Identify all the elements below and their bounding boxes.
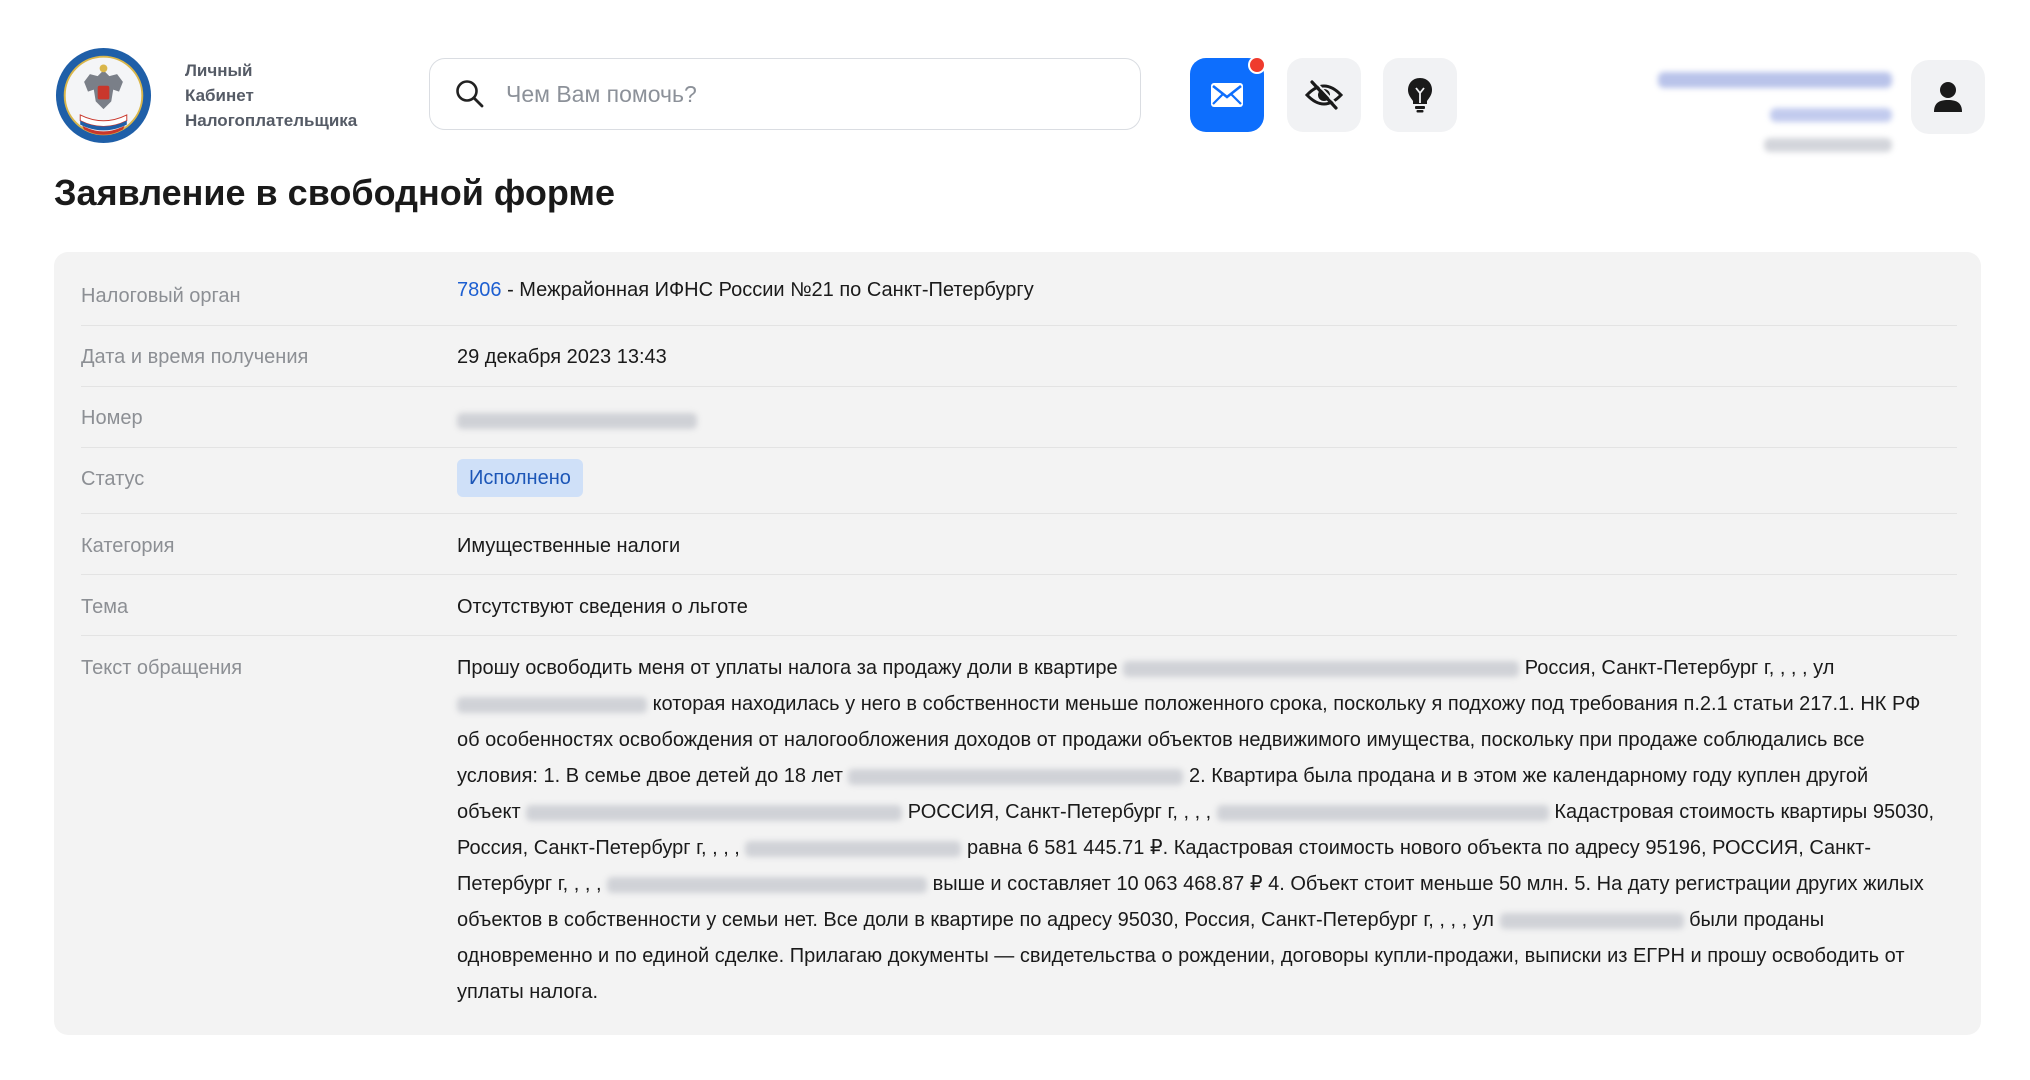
request-text-label: Текст обращения <box>81 657 243 679</box>
redacted-children-names <box>848 768 1184 785</box>
redacted-address-1 <box>1123 660 1520 677</box>
top-header: Личный Кабинет Налогоплательщика <box>0 0 2030 160</box>
redacted-street-3 <box>745 840 962 857</box>
row-received-date: Дата и время получения 29 декабря 2023 1… <box>81 325 1957 387</box>
tips-button[interactable] <box>1383 58 1457 132</box>
request-details-card: Налоговый орган 7806 - Межрайонная ИФНС … <box>54 252 1981 1035</box>
redacted-street-1 <box>457 696 647 713</box>
fns-emblem-logo <box>55 47 152 144</box>
search-input[interactable] <box>504 79 1108 109</box>
user-info-redacted[interactable] <box>1640 66 1892 156</box>
user-icon <box>1934 82 1962 112</box>
request-text-part-1: Прошу освободить меня от уплаты налога з… <box>457 657 1118 679</box>
redacted-user-extra <box>1764 138 1892 152</box>
number-value-redacted <box>457 402 1937 438</box>
page-title: Заявление в свободной форме <box>54 172 616 213</box>
brand-line-2: Кабинет <box>185 86 254 105</box>
status-label: Статус <box>81 468 145 490</box>
redacted-street-2 <box>1216 804 1549 821</box>
tax-authority-code-link[interactable]: 7806 <box>457 279 502 301</box>
redacted-user-id <box>1770 108 1892 122</box>
eye-off-icon <box>1305 79 1343 110</box>
row-status: Статус Исполнено <box>81 447 1957 514</box>
redacted-object-info <box>526 804 903 821</box>
lightbulb-icon <box>1408 78 1432 113</box>
redacted-street-4 <box>607 876 928 893</box>
notification-dot <box>1248 56 1266 74</box>
tax-authority-value: 7806 - Межрайонная ИФНС России №21 по Са… <box>457 272 1937 308</box>
row-request-text: Текст обращения Прошу освободить меня от… <box>81 635 1957 1035</box>
brand-line-3: Налогоплательщика <box>185 111 358 130</box>
mail-icon <box>1211 83 1243 107</box>
redacted-user-name <box>1658 72 1892 88</box>
number-label: Номер <box>81 407 143 429</box>
request-text-part-2: Россия, Санкт-Петербург г, , , , ул <box>1524 657 1835 679</box>
status-value: Исполнено <box>457 459 1937 497</box>
brand-title: Личный Кабинет Налогоплательщика <box>185 58 357 133</box>
request-text-value: Прошу освободить меня от уплаты налога з… <box>457 650 1937 1010</box>
status-badge: Исполнено <box>457 459 583 497</box>
brand-line-1: Личный <box>185 61 253 80</box>
row-tax-authority: Налоговый орган 7806 - Межрайонная ИФНС … <box>81 252 1957 326</box>
row-number: Номер <box>81 386 1957 448</box>
category-label: Категория <box>81 535 175 557</box>
subject-value: Отсутствуют сведения о льготе <box>457 596 748 618</box>
accessibility-mode-button[interactable] <box>1287 58 1361 132</box>
received-date-label: Дата и время получения <box>81 346 309 368</box>
received-date-value: 29 декабря 2023 13:43 <box>457 346 667 368</box>
subject-label: Тема <box>81 596 129 618</box>
row-category: Категория Имущественные налоги <box>81 513 1957 575</box>
redacted-street-5 <box>1499 912 1684 929</box>
tax-authority-name: - Межрайонная ИФНС России №21 по Санкт-П… <box>507 279 1034 301</box>
search-icon <box>456 80 484 108</box>
request-text-part-5: РОССИЯ, Санкт-Петербург г, , , , <box>907 801 1212 823</box>
tax-authority-label: Налоговый орган <box>81 285 241 307</box>
redacted-number <box>457 412 697 429</box>
row-subject: Тема Отсутствуют сведения о льготе <box>81 574 1957 636</box>
brand-home-link[interactable]: Личный Кабинет Налогоплательщика <box>55 47 357 144</box>
profile-button[interactable] <box>1911 60 1985 134</box>
search-box[interactable] <box>429 58 1141 130</box>
category-value: Имущественные налоги <box>457 535 681 557</box>
messages-button[interactable] <box>1190 56 1266 132</box>
